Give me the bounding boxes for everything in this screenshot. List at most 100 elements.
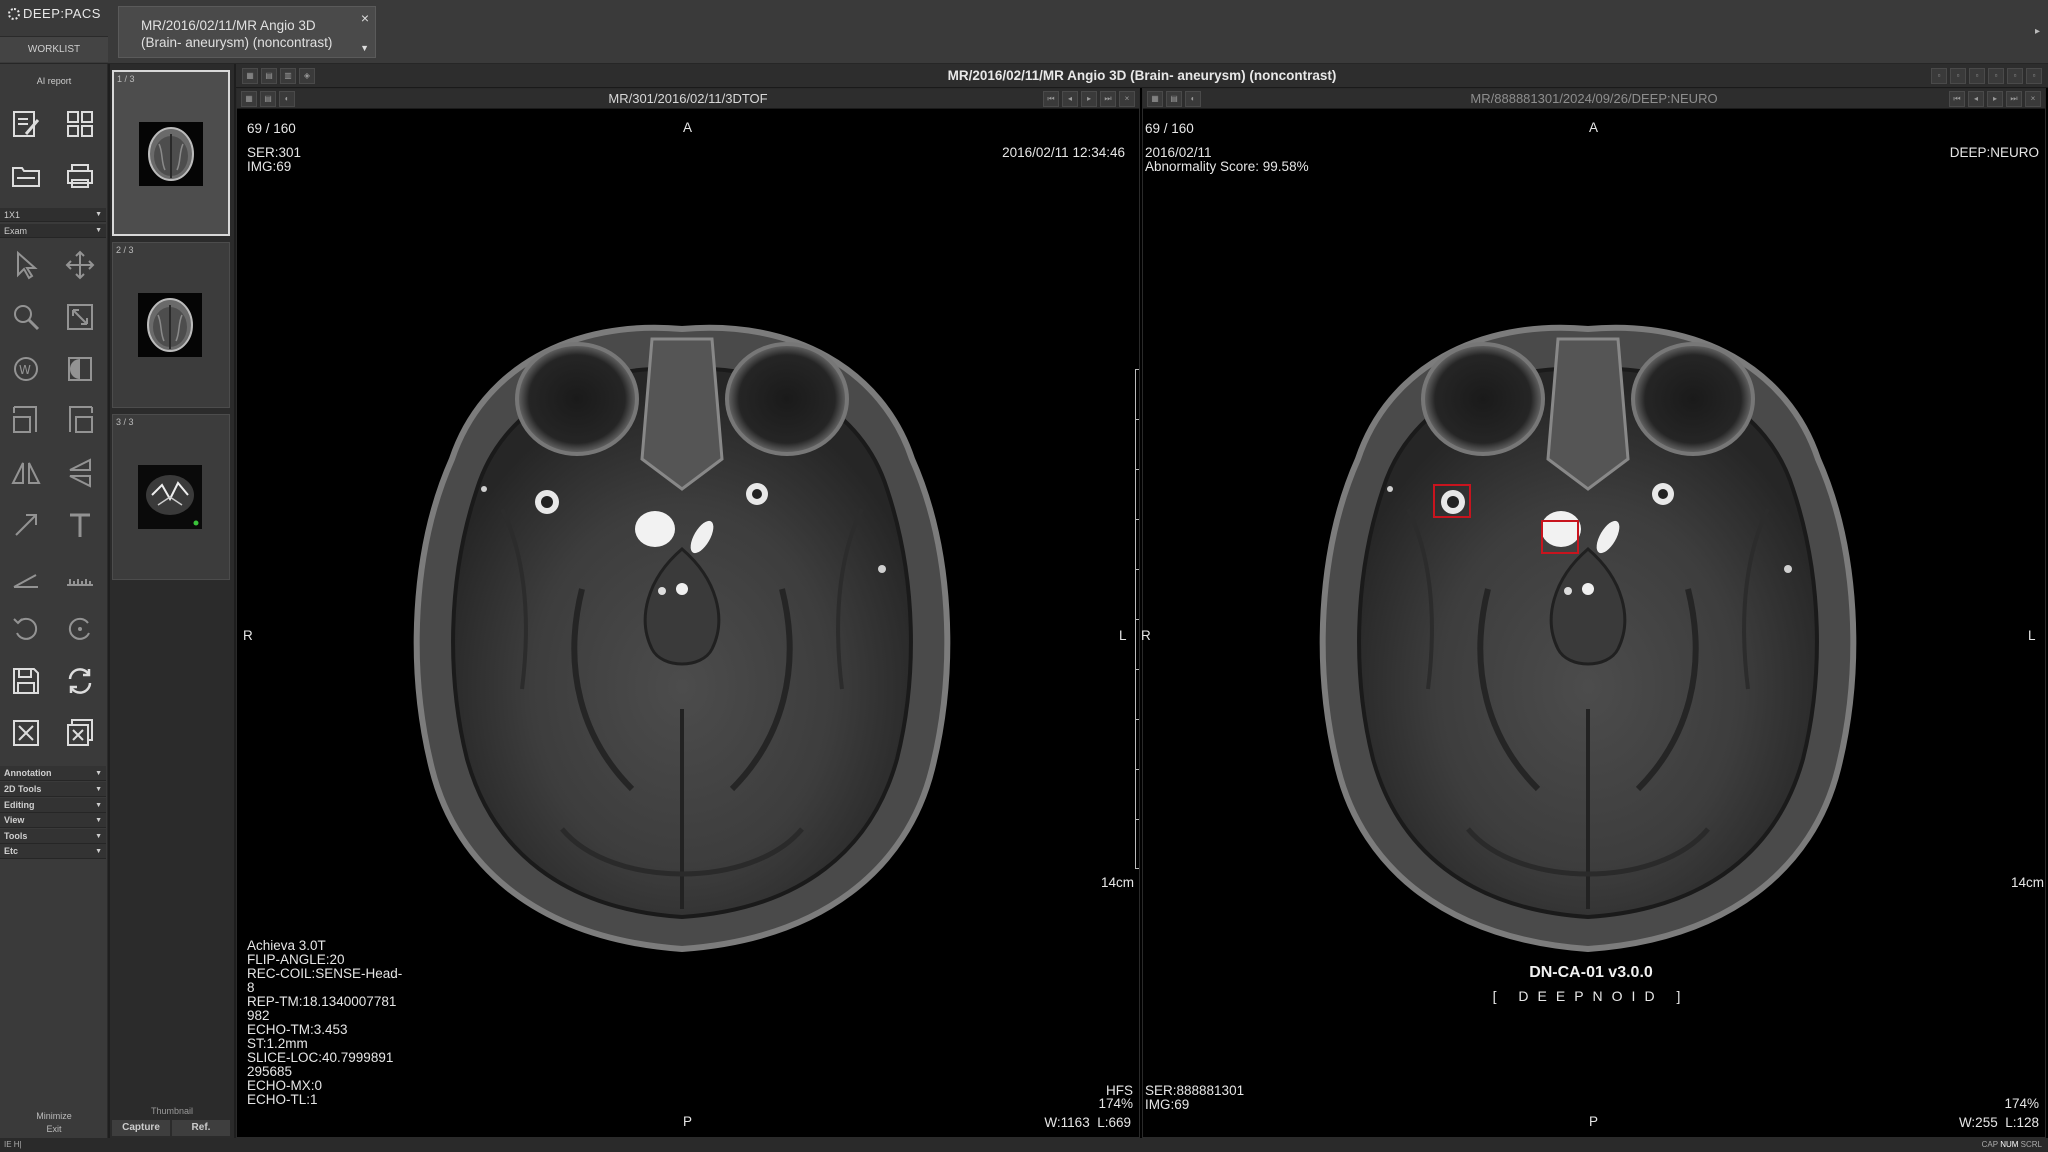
ruler-icon[interactable] — [62, 559, 98, 595]
tool-sidebar: AI report 1X1 ▼ Exam ▼ W Annotation ▼ 2D To… — [0, 64, 108, 1138]
close-icon[interactable]: × — [2025, 91, 2041, 107]
minimize-window-icon[interactable]: ▫ — [1931, 68, 1947, 84]
section-etc[interactable]: Etc ▼ — [0, 844, 106, 859]
viewport-right-header: ▦ ▤ ◐ MR/888881301/2024/09/26/DEEP:NEURO ⏮… — [1143, 89, 2045, 109]
study-tab[interactable]: MR/2016/02/11/MR Angio 3D (Brain- aneury… — [118, 6, 376, 58]
report-edit-icon[interactable] — [8, 106, 44, 142]
section-view[interactable]: View ▼ — [0, 813, 106, 828]
flip-vertical-icon[interactable] — [62, 455, 98, 491]
first-image-icon[interactable]: ▫ — [1950, 68, 1966, 84]
acquisition-params: Achieva 3.0T FLIP-ANGLE:20 REC-COIL:SENS… — [247, 939, 402, 1107]
exam-select[interactable]: Exam ▼ — [0, 224, 106, 238]
aneurysm-detection-box[interactable] — [1433, 484, 1471, 518]
first-image-icon[interactable]: ⏮ — [1043, 91, 1059, 107]
tab-dropdown-icon[interactable]: ▼ — [360, 43, 369, 53]
last-image-icon[interactable]: ▫ — [2007, 68, 2023, 84]
chevron-down-icon: ▼ — [95, 770, 102, 777]
save-icon[interactable] — [8, 663, 44, 699]
thumbnail-image — [138, 293, 202, 357]
fit-icon[interactable] — [62, 299, 98, 335]
section-annotation[interactable]: Annotation ▼ — [0, 766, 106, 781]
invert-icon[interactable] — [62, 351, 98, 387]
open-folder-icon[interactable] — [8, 158, 44, 194]
scale-tick — [1135, 419, 1139, 420]
ref-button[interactable]: Ref. — [172, 1120, 230, 1136]
prev-image-icon[interactable]: ◂ — [1968, 91, 1984, 107]
viewport-right[interactable]: ▦ ▤ ◐ MR/888881301/2024/09/26/DEEP:NEURO ⏮… — [1141, 88, 2046, 1138]
capture-button[interactable]: Capture — [112, 1120, 170, 1136]
prev-image-icon[interactable]: ▫ — [1969, 68, 1985, 84]
worklist-button[interactable]: WORKLIST — [0, 36, 108, 62]
ai-model-name: DN-CA-01 v3.0.0 — [1529, 964, 1653, 981]
pan-icon[interactable] — [62, 247, 98, 283]
study-tab-title: MR/2016/02/11/MR Angio 3D (Brain- aneury… — [141, 18, 333, 50]
angle-icon[interactable] — [8, 559, 44, 595]
arrow-icon[interactable] — [8, 507, 44, 543]
abnormality-score: Abnormality Score: 99.58% — [1145, 159, 1309, 174]
last-image-icon[interactable]: ⏭ — [2006, 91, 2022, 107]
study-date: 2016/02/11 — [1145, 145, 1212, 160]
prev-image-icon[interactable]: ◂ — [1062, 91, 1078, 107]
param-line: ECHO-TL:1 — [247, 1092, 318, 1107]
param-line: REP-TM:18.1340007781 — [247, 994, 397, 1009]
section-editing[interactable]: Editing ▼ — [0, 798, 106, 813]
section-label: View — [4, 815, 25, 825]
thumbnail-series-1[interactable]: 1 / 3 — [112, 70, 230, 236]
image-number: IMG:69 — [247, 159, 292, 174]
reset-icon[interactable] — [62, 611, 98, 647]
flip-horizontal-icon[interactable] — [8, 455, 44, 491]
exit-button[interactable]: Exit — [0, 1124, 108, 1134]
chevron-down-icon: ▼ — [95, 786, 102, 793]
scale-tick — [1135, 669, 1139, 670]
next-image-icon[interactable]: ▫ — [1988, 68, 2004, 84]
close-icon[interactable] — [8, 715, 44, 751]
print-icon[interactable] — [62, 158, 98, 194]
svg-text:W: W — [19, 363, 31, 377]
thumbnail-caption: Thumbnail — [150, 1106, 194, 1116]
undo-icon[interactable] — [8, 611, 44, 647]
rotate-right-icon[interactable] — [62, 403, 98, 439]
exam-select-value: Exam — [4, 226, 28, 236]
num-indicator: NUM — [2000, 1140, 2019, 1149]
section-tools[interactable]: Tools ▼ — [0, 829, 106, 844]
ai-report-label[interactable]: AI report — [0, 76, 108, 86]
param-line: FLIP-ANGLE:20 — [247, 952, 345, 967]
refresh-icon[interactable] — [62, 663, 98, 699]
series-number: SER:888881301 — [1145, 1083, 1245, 1098]
viewport-left[interactable]: ▦ ▤ ◐ MR/301/2016/02/11/3DTOF ⏮ ◂ ▸ ⏭ × 69 / 1… — [236, 88, 1140, 1138]
layout-grid-icon[interactable] — [62, 106, 98, 142]
zoom-icon[interactable] — [8, 299, 44, 335]
rotate-left-icon[interactable] — [8, 403, 44, 439]
caps-indicator: CAP — [1981, 1140, 1998, 1149]
section-2d-tools[interactable]: 2D Tools ▼ — [0, 782, 106, 797]
layout-select[interactable]: 1X1 ▼ — [0, 208, 106, 222]
section-label: 2D Tools — [4, 784, 42, 794]
thumbnail-series-3[interactable]: 3 / 3 — [112, 414, 230, 580]
section-label: Editing — [4, 800, 35, 810]
orientation-top: A — [1589, 120, 1599, 135]
section-label: Etc — [4, 846, 19, 856]
orientation-left: R — [1141, 628, 1151, 643]
close-icon[interactable]: × — [1119, 91, 1135, 107]
slice-counter: 69 / 160 — [1145, 121, 1194, 136]
thumbnail-series-2[interactable]: 2 / 3 — [112, 242, 230, 408]
orientation-top: A — [683, 120, 693, 135]
close-tab-icon[interactable]: × — [361, 10, 369, 26]
first-image-icon[interactable]: ⏮ — [1949, 91, 1965, 107]
close-all-icon[interactable] — [62, 715, 98, 751]
pointer-icon[interactable] — [8, 247, 44, 283]
app-logo-text: DEEP:PACS — [23, 6, 101, 21]
scale-tick — [1135, 469, 1139, 470]
last-image-icon[interactable]: ⏭ — [1100, 91, 1116, 107]
scale-label: 14cm — [2011, 875, 2045, 890]
window-level-icon[interactable]: W — [8, 351, 44, 387]
scroll-indicator: SCRL — [2020, 1140, 2042, 1149]
minimize-button[interactable]: Minimize — [0, 1111, 108, 1121]
next-image-icon[interactable]: ▸ — [1081, 91, 1097, 107]
ai-vendor: DEEP:NEURO — [1949, 145, 2039, 160]
aneurysm-detection-box[interactable] — [1541, 520, 1579, 554]
tab-scroll-right-icon[interactable]: ▸ — [2035, 26, 2040, 37]
text-icon[interactable] — [62, 507, 98, 543]
next-image-icon[interactable]: ▸ — [1987, 91, 2003, 107]
close-viewer-icon[interactable]: ▫ — [2026, 68, 2042, 84]
